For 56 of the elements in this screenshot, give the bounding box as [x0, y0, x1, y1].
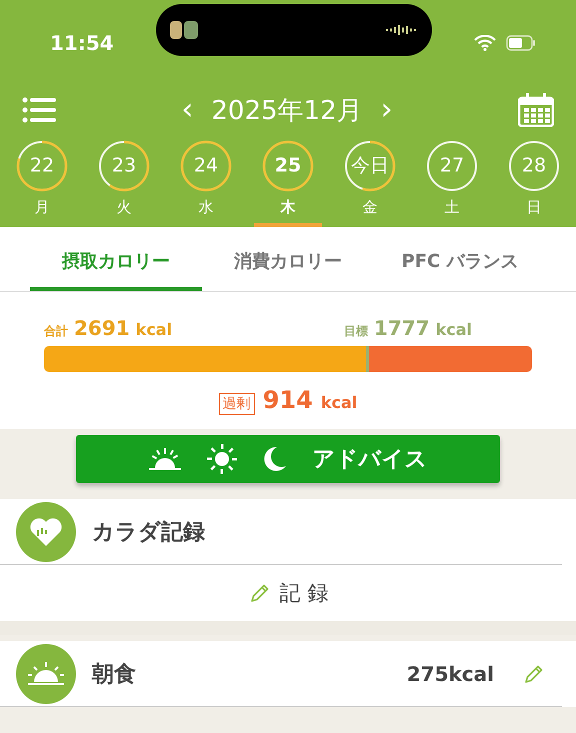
weekday-label: 火: [116, 198, 132, 217]
progress-ring: [16, 140, 68, 192]
day-number: 28: [522, 156, 546, 176]
excess-tag: 過剰: [218, 393, 255, 415]
advice-button[interactable]: アドバイス: [76, 435, 500, 483]
day-selector[interactable]: 27 土: [418, 140, 486, 227]
tab[interactable]: 消費カロリー: [202, 227, 374, 291]
day-selector[interactable]: 24 水: [172, 140, 240, 227]
day-number: 25: [274, 156, 302, 176]
menu-icon[interactable]: [22, 97, 56, 123]
excess-value: 914: [262, 386, 313, 414]
progress-ring: [426, 140, 478, 192]
weekday-label: 日: [526, 198, 542, 217]
day-number: 24: [194, 156, 218, 176]
sunrise-icon: [148, 448, 180, 470]
meal-calories: 275kcal: [406, 662, 494, 686]
record-button[interactable]: 記 録: [0, 565, 576, 621]
day-number: 22: [30, 156, 54, 176]
total-value: 2691: [74, 316, 130, 340]
sun-icon: [206, 444, 236, 474]
tab[interactable]: PFC バランス: [374, 227, 546, 291]
previous-month-button[interactable]: ‹: [181, 95, 194, 125]
moon-icon: [262, 446, 286, 472]
weekday-label: 土: [444, 198, 460, 217]
status-time: 11:54: [50, 31, 114, 55]
section-title: カラダ記録: [92, 518, 206, 546]
unit-label: kcal: [320, 393, 358, 412]
battery-icon: [506, 35, 536, 51]
day-selector[interactable]: 22 月: [8, 140, 76, 227]
day-number: 23: [112, 156, 136, 176]
day-selector[interactable]: 23 火: [90, 140, 158, 227]
unit-label: kcal: [436, 320, 472, 339]
target-value: 1777: [374, 316, 430, 340]
progress-ring: [344, 140, 396, 192]
month-title: 2025年12月: [211, 94, 363, 128]
target-label: 目標: [344, 323, 368, 340]
progress-ring: [508, 140, 560, 192]
audio-wave-icon: [386, 23, 418, 37]
day-selector[interactable]: 今日 金: [336, 140, 404, 227]
wifi-icon: [474, 35, 496, 51]
next-month-button[interactable]: ›: [380, 95, 393, 125]
unit-label: kcal: [136, 320, 172, 339]
weekday-label: 水: [198, 198, 214, 217]
total-label: 合計: [44, 323, 68, 340]
day-selector[interactable]: 28 日: [500, 140, 568, 227]
progress-ring: [98, 140, 150, 192]
day-number: 27: [440, 156, 464, 176]
weekday-label: 木: [280, 198, 296, 217]
day-number: 今日: [351, 156, 389, 176]
app-thumbnail-icon: [170, 21, 198, 39]
weekday-label: 金: [362, 198, 378, 217]
weekday-label: 月: [34, 198, 50, 217]
progress-ring: [262, 140, 314, 192]
calendar-icon[interactable]: [518, 93, 554, 127]
progress-ring: [180, 140, 232, 192]
meal-name: 朝食: [92, 660, 137, 688]
